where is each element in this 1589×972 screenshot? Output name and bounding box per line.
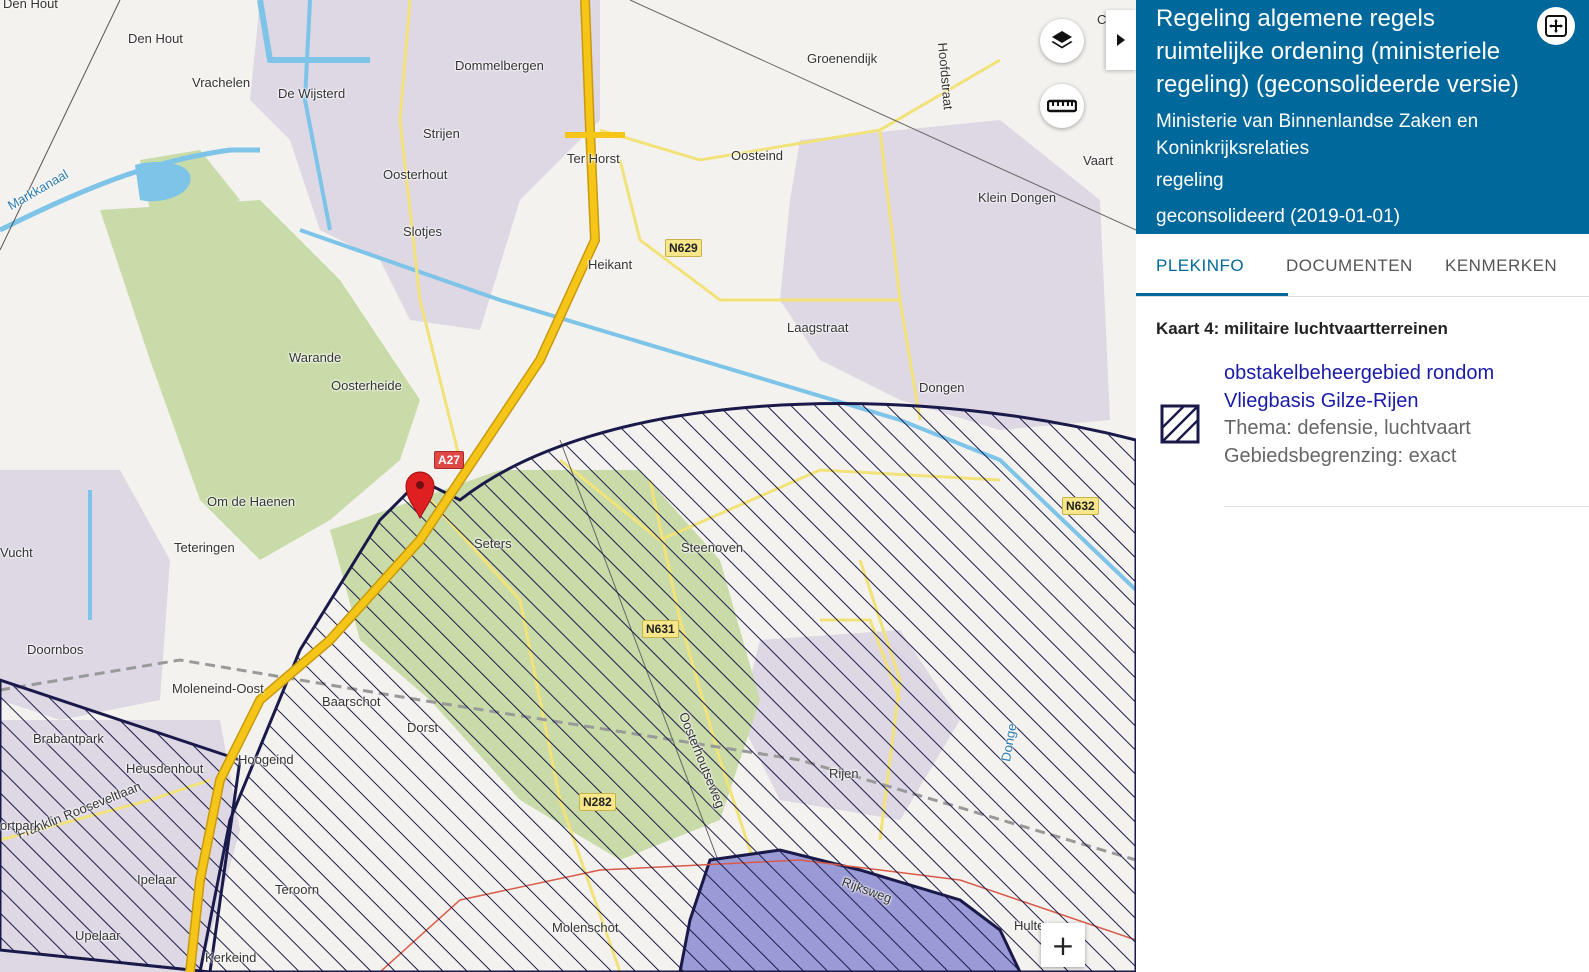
feature-name-link[interactable]: obstakelbeheergebied rondom Vliegbasis G… xyxy=(1224,359,1564,415)
map-place-label: Vrachelen xyxy=(192,75,251,90)
map-canvas[interactable] xyxy=(0,0,1136,972)
map-place-label: Oosteind xyxy=(731,148,784,163)
map-place-label: Ipelaar xyxy=(137,872,177,887)
map-place-label: Heusdenhout xyxy=(126,761,204,776)
map-place-label: ortpark xyxy=(0,818,41,833)
feature-theme: Thema: defensie, luchtvaart xyxy=(1224,417,1471,439)
map-place-label: Groenendijk xyxy=(807,51,878,66)
map-place-label: Oosterhout xyxy=(383,167,448,182)
road-shield-n632: N632 xyxy=(1062,497,1099,515)
map-place-label: Dongen xyxy=(919,380,965,395)
map-place-label: Seters xyxy=(474,536,512,551)
map-place-label: De Wijsterd xyxy=(278,86,346,101)
map-view[interactable]: Den Hout Den Hout Vrachelen De Wijsterd Domm… xyxy=(0,0,1136,972)
hatch-legend-icon xyxy=(1160,404,1200,444)
feature-boundary: Gebiedsbegrenzing: exact xyxy=(1224,445,1457,467)
map-place-label: Warande xyxy=(289,350,342,365)
tab-plekinfo[interactable]: PLEKINFO xyxy=(1156,256,1244,276)
map-place-label: Strijen xyxy=(423,126,460,141)
zoom-in-button[interactable]: + xyxy=(1041,923,1085,967)
map-place-label: Baarschot xyxy=(322,694,381,709)
triangle-right-icon xyxy=(1117,34,1125,46)
map-place-label: Hoogeind xyxy=(238,752,294,767)
fullscreen-button[interactable] xyxy=(1537,7,1575,45)
map-place-label: Dommelbergen xyxy=(455,58,544,73)
map-place-label: Den Hout xyxy=(128,31,183,46)
map-place-label: Doornbos xyxy=(27,642,84,657)
document-type: regeling xyxy=(1156,170,1224,191)
feature-divider xyxy=(1224,506,1589,507)
road-shield-a27: A27 xyxy=(434,451,465,469)
map-place-label: Teteringen xyxy=(174,540,235,555)
map-place-label: Kerkeind xyxy=(205,950,257,965)
document-ministry: Ministerie van Binnenlandse Zaken en Kon… xyxy=(1156,111,1479,159)
tab-kenmerken[interactable]: KENMERKEN xyxy=(1445,256,1557,276)
map-place-label: Heikant xyxy=(588,257,633,272)
map-place-label: Slotjes xyxy=(403,224,443,239)
measure-button[interactable] xyxy=(1040,84,1084,128)
map-place-label: Oosterheide xyxy=(331,378,402,393)
map-place-label: Klein Dongen xyxy=(978,190,1057,205)
map-place-label: Molenschot xyxy=(552,920,619,935)
map-layer-title: Kaart 4: militaire luchtvaartterreinen xyxy=(1156,319,1448,338)
map-place-label: Steenoven xyxy=(681,540,744,555)
map-place-label: Brabantpark xyxy=(33,731,104,746)
panel-header: Regeling algemene regels ruimtelijke ord… xyxy=(1136,0,1589,234)
road-shield-n631: N631 xyxy=(642,620,679,638)
info-panel: Regeling algemene regels ruimtelijke ord… xyxy=(1136,0,1589,972)
map-place-label: Vaart xyxy=(1083,153,1114,168)
expand-icon xyxy=(1545,15,1567,37)
map-place-label: Om de Haenen xyxy=(207,494,296,509)
map-place-label: Den Hout xyxy=(3,0,58,11)
road-shield-n629: N629 xyxy=(665,239,702,257)
layers-icon xyxy=(1051,31,1073,49)
map-place-label: Dorst xyxy=(407,720,439,735)
collapse-panel-button[interactable] xyxy=(1106,10,1136,70)
document-status: geconsolideerd (2019-01-01) xyxy=(1156,206,1400,227)
map-place-label: Laagstraat xyxy=(787,320,849,335)
map-place-label: Rijen xyxy=(829,766,859,781)
tabs-divider xyxy=(1136,296,1589,297)
ruler-icon xyxy=(1047,99,1077,113)
map-place-label: Upelaar xyxy=(75,928,121,943)
layers-button[interactable] xyxy=(1040,19,1084,63)
road-shield-n282: N282 xyxy=(579,793,616,811)
tab-documenten[interactable]: DOCUMENTEN xyxy=(1286,256,1413,276)
map-place-label: Ter Horst xyxy=(567,151,620,166)
map-place-label: Teroorn xyxy=(275,882,320,897)
document-title: Regeling algemene regels ruimtelijke ord… xyxy=(1156,5,1519,98)
map-place-label: Vucht xyxy=(0,545,33,560)
map-place-label: Moleneind-Oost xyxy=(172,681,264,696)
